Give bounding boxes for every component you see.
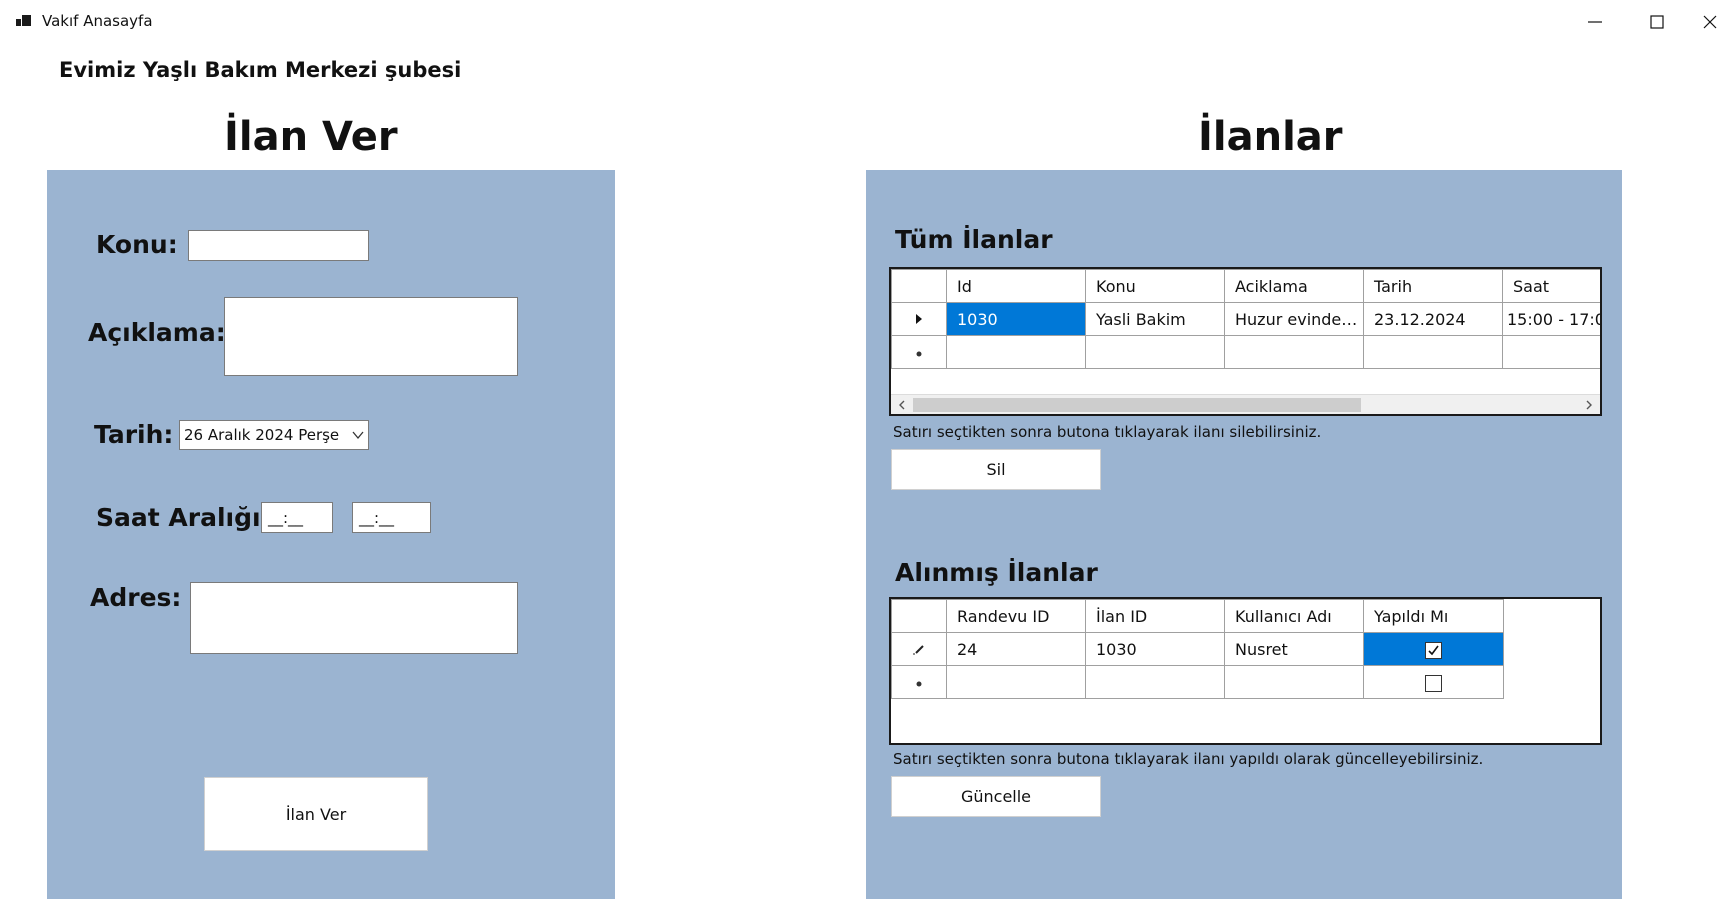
new-cell-yapildi[interactable] <box>1363 665 1504 699</box>
cell-id[interactable]: 1030 <box>946 302 1086 336</box>
close-button[interactable] <box>1690 0 1729 44</box>
column-header-saat[interactable]: Saat <box>1502 269 1600 303</box>
saat-end-input[interactable]: __:__ <box>352 502 431 533</box>
column-header-randevu-id[interactable]: Randevu ID <box>946 599 1086 633</box>
new-cell[interactable] <box>1363 335 1503 369</box>
main-window: Vakıf Anasayfa Evimiz Yaşlı Bakım Merkez… <box>0 0 1729 899</box>
taken-listings-title: Alınmış İlanlar <box>895 558 1098 587</box>
new-cell[interactable] <box>1224 335 1364 369</box>
column-header-ilan-id[interactable]: İlan ID <box>1085 599 1225 633</box>
maximize-button[interactable] <box>1628 0 1686 44</box>
tarih-date-picker[interactable]: 26 Aralık 2024 Perşe <box>179 420 369 450</box>
taken-listings-grid[interactable]: Randevu ID İlan ID Kullanıcı Adı Yapıldı… <box>889 597 1602 745</box>
aciklama-input[interactable] <box>224 297 518 376</box>
new-row[interactable] <box>891 665 1504 699</box>
adres-label: Adres: <box>90 583 182 612</box>
cell-aciklama[interactable]: Huzur evindeki ... <box>1224 302 1364 336</box>
table-row[interactable]: 24 1030 Nusret <box>891 632 1504 666</box>
column-header-id[interactable]: Id <box>946 269 1086 303</box>
cell-konu[interactable]: Yasli Bakim <box>1085 302 1225 336</box>
current-row-arrow-icon[interactable] <box>891 302 947 336</box>
column-header-aciklama[interactable]: Aciklama <box>1224 269 1364 303</box>
form-heading: İlan Ver <box>224 114 398 160</box>
ilan-ver-button[interactable]: İlan Ver <box>204 777 428 851</box>
delete-hint: Satırı seçtikten sonra butona tıklayarak… <box>893 423 1322 441</box>
new-cell[interactable] <box>946 335 1086 369</box>
tarih-label: Tarih: <box>94 420 174 449</box>
table-row[interactable]: 1030 Yasli Bakim Huzur evindeki ... 23.1… <box>891 302 1600 336</box>
column-header-yapildi-mi[interactable]: Yapıldı Mı <box>1363 599 1504 633</box>
cell-kullanici-adi[interactable]: Nusret <box>1224 632 1364 666</box>
update-hint: Satırı seçtikten sonra butona tıklayarak… <box>893 750 1484 768</box>
yapildi-checkbox-checked[interactable] <box>1425 641 1442 659</box>
edit-row-pencil-icon[interactable] <box>891 632 947 666</box>
guncelle-button[interactable]: Güncelle <box>891 776 1101 817</box>
title-bar: Vakıf Anasayfa <box>0 0 1729 44</box>
row-header-corner <box>891 269 947 303</box>
app-icon <box>16 14 32 28</box>
new-cell[interactable] <box>1085 665 1225 699</box>
listings-heading: İlanlar <box>1198 114 1343 160</box>
all-listings-header-row: Id Konu Aciklama Tarih Saat <box>891 269 1600 303</box>
minimize-button[interactable] <box>1566 0 1624 44</box>
konu-label: Konu: <box>96 230 178 259</box>
scroll-right-icon[interactable] <box>1582 398 1596 412</box>
taken-listings-header-row: Randevu ID İlan ID Kullanıcı Adı Yapıldı… <box>891 599 1504 633</box>
konu-input[interactable] <box>188 230 369 261</box>
saat-start-input[interactable]: __:__ <box>261 502 333 533</box>
close-icon <box>1703 15 1716 29</box>
new-cell[interactable] <box>946 665 1086 699</box>
scroll-left-icon[interactable] <box>895 398 909 412</box>
checkmark-icon <box>1428 645 1439 655</box>
scrollbar-thumb[interactable] <box>913 398 1361 412</box>
maximize-icon <box>1650 15 1664 29</box>
saat-label: Saat Aralığı: <box>96 503 271 532</box>
branch-label: Evimiz Yaşlı Bakım Merkezi şubesi <box>59 58 462 82</box>
yapildi-checkbox-unchecked[interactable] <box>1425 674 1442 692</box>
row-header-corner <box>891 599 947 633</box>
cell-yapildi-mi[interactable] <box>1363 632 1504 666</box>
column-header-kullanici-adi[interactable]: Kullanıcı Adı <box>1224 599 1364 633</box>
new-cell[interactable] <box>1224 665 1364 699</box>
new-row-asterisk-icon <box>891 665 947 699</box>
new-cell[interactable] <box>1502 335 1600 369</box>
new-row-asterisk-icon <box>891 335 947 369</box>
minimize-icon <box>1588 21 1602 23</box>
chevron-down-icon <box>352 431 364 440</box>
all-listings-grid[interactable]: Id Konu Aciklama Tarih Saat 1030 Yasli B… <box>889 267 1602 416</box>
new-row[interactable] <box>891 335 1600 369</box>
all-listings-title: Tüm İlanlar <box>895 225 1053 254</box>
aciklama-label: Açıklama: <box>88 318 226 347</box>
listing-form-panel: Konu: Açıklama: Tarih: 26 Aralık 2024 Pe… <box>47 170 615 899</box>
sil-button[interactable]: Sil <box>891 449 1101 490</box>
window-title: Vakıf Anasayfa <box>42 12 153 30</box>
cell-tarih[interactable]: 23.12.2024 <box>1363 302 1503 336</box>
column-header-konu[interactable]: Konu <box>1085 269 1225 303</box>
cell-saat[interactable]: 15:00 - 17:00 <box>1502 302 1600 336</box>
listings-panel: Tüm İlanlar Id Konu Aciklama Tarih Saat … <box>866 170 1622 899</box>
new-cell[interactable] <box>1085 335 1225 369</box>
column-header-tarih[interactable]: Tarih <box>1363 269 1503 303</box>
adres-input[interactable] <box>190 582 518 654</box>
horizontal-scrollbar[interactable] <box>891 394 1600 414</box>
cell-ilan-id[interactable]: 1030 <box>1085 632 1225 666</box>
tarih-value: 26 Aralık 2024 Perşe <box>184 426 340 444</box>
cell-randevu-id[interactable]: 24 <box>946 632 1086 666</box>
